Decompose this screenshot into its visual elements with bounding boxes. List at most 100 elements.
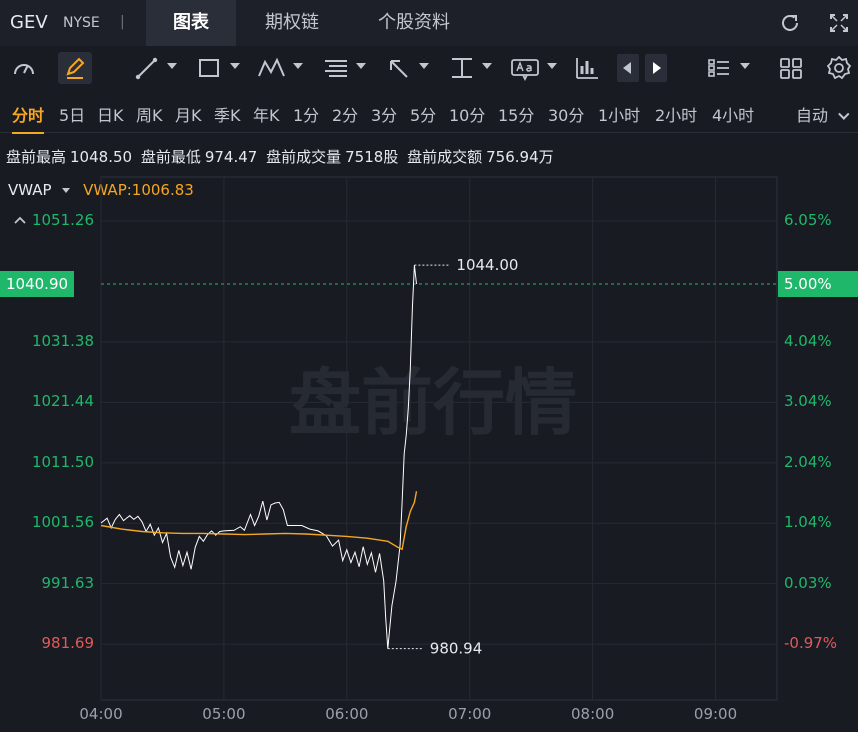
y-tick-label: 1051.26 xyxy=(31,211,94,230)
gear-icon[interactable] xyxy=(825,54,853,82)
gauge-icon[interactable] xyxy=(10,54,38,82)
exchange-label: NYSE xyxy=(63,15,100,31)
vwap-line xyxy=(100,491,418,551)
fib-tool-icon[interactable] xyxy=(322,54,350,82)
list-caret-icon[interactable] xyxy=(740,63,750,69)
rectangle-tool-icon[interactable] xyxy=(196,54,222,82)
y-right-tick-label: 3.04% xyxy=(784,392,832,411)
period-1h[interactable]: 1小时 xyxy=(598,102,640,126)
y-right-tick-label: 4.04% xyxy=(784,331,832,350)
period-1min[interactable]: 1分 xyxy=(293,102,319,126)
y-tick-label: 1021.44 xyxy=(31,392,94,411)
tab-chart[interactable]: 图表 xyxy=(146,0,236,46)
drawing-toolbar xyxy=(0,46,858,90)
period-2h[interactable]: 2小时 xyxy=(655,102,697,126)
x-tick-label: 04:00 xyxy=(79,705,123,723)
period-selector: 分时 5日 日K 周K 月K 季K 年K 1分 2分 3分 5分 10分 15分… xyxy=(0,92,858,134)
scroll-left-button[interactable] xyxy=(617,54,639,82)
premarket-volume-value: 7518股 xyxy=(345,148,399,166)
list-icon[interactable] xyxy=(706,54,732,82)
chart-annotations: 1044.00 980.94 xyxy=(387,256,518,658)
pencil-tool-button[interactable] xyxy=(58,52,92,84)
scale-mode-select[interactable]: 自动 xyxy=(796,102,850,126)
y-right-tick-label: 0.03% xyxy=(784,573,832,592)
period-10min[interactable]: 10分 xyxy=(449,102,485,126)
premarket-amount-value: 756.94万 xyxy=(486,148,554,166)
current-pct-badge: 5.00% xyxy=(778,271,858,298)
current-price-badge: 1040.90 xyxy=(0,271,75,298)
text-height-icon[interactable] xyxy=(449,54,475,82)
text-height-caret-icon[interactable] xyxy=(482,63,492,69)
scale-mode-label: 自动 xyxy=(796,106,829,125)
bar-chart-icon[interactable] xyxy=(574,54,600,82)
period-2min[interactable]: 2分 xyxy=(332,102,358,126)
chevron-right-icon xyxy=(653,62,661,74)
premarket-low-label: 盘前最低 xyxy=(140,148,201,166)
y-right-tick-label: 1.04% xyxy=(784,513,832,532)
x-tick-label: 06:00 xyxy=(325,705,369,723)
period-weekly[interactable]: 周K xyxy=(136,102,163,126)
y-right-tick-label: 2.04% xyxy=(784,452,832,471)
collapse-chevron-up-icon[interactable] xyxy=(12,214,28,226)
ticker-symbol[interactable]: GEV xyxy=(10,12,48,33)
top-bar: GEV NYSE | 图表 期权链 个股资料 xyxy=(0,0,858,46)
tab-option-chain[interactable]: 期权链 xyxy=(244,0,340,46)
vwap-value-label: VWAP:1006.83 xyxy=(83,181,194,199)
y-tick-label: 991.63 xyxy=(41,573,95,592)
scroll-right-button[interactable] xyxy=(645,54,667,82)
arrow-tool-icon[interactable] xyxy=(386,54,412,82)
period-4h[interactable]: 4小时 xyxy=(712,102,754,126)
period-5min[interactable]: 5分 xyxy=(410,102,436,126)
pattern-tool-caret-icon[interactable] xyxy=(293,63,303,69)
period-5d[interactable]: 5日 xyxy=(59,102,85,126)
grid-icon[interactable] xyxy=(778,54,804,82)
header-separator: | xyxy=(120,14,125,30)
y-tick-label: 1001.56 xyxy=(31,513,94,532)
plot-frame xyxy=(100,176,778,701)
line-tool-icon[interactable] xyxy=(134,54,160,82)
rectangle-tool-caret-icon[interactable] xyxy=(230,63,240,69)
fib-tool-caret-icon[interactable] xyxy=(356,63,366,69)
period-30min[interactable]: 30分 xyxy=(548,102,584,126)
chart-lines xyxy=(100,265,418,649)
y-right-tick-label: -0.97% xyxy=(784,634,838,653)
fullscreen-icon[interactable] xyxy=(826,10,852,36)
y-tick-label: 1011.50 xyxy=(31,452,94,471)
text-label-caret-icon[interactable] xyxy=(547,63,557,69)
period-15min[interactable]: 15分 xyxy=(498,102,534,126)
y-tick-label: 1031.38 xyxy=(31,331,94,350)
x-tick-label: 08:00 xyxy=(571,705,615,723)
premarket-stats: 盘前最高 1048.50 盘前最低 974.47 盘前成交量 7518股 盘前成交额 7… xyxy=(6,146,558,167)
premarket-low-value: 974.47 xyxy=(204,148,258,166)
period-quarterly[interactable]: 季K xyxy=(214,102,241,126)
x-tick-label: 09:00 xyxy=(693,705,738,723)
pencil-icon xyxy=(66,57,85,79)
tab-profile[interactable]: 个股资料 xyxy=(352,0,476,46)
premarket-high-value: 1048.50 xyxy=(70,148,133,166)
text-label-icon[interactable] xyxy=(510,54,540,82)
period-monthly[interactable]: 月K xyxy=(175,102,202,126)
pattern-tool-icon[interactable] xyxy=(257,54,287,82)
x-tick-label: 07:00 xyxy=(448,705,492,723)
chevron-down-icon xyxy=(838,108,850,120)
premarket-high-label: 盘前最高 xyxy=(6,148,67,166)
chart-grid xyxy=(100,176,778,701)
period-intraday[interactable]: 分时 xyxy=(12,102,45,134)
chevron-left-icon xyxy=(623,62,631,74)
period-yearly[interactable]: 年K xyxy=(253,102,280,126)
arrow-tool-caret-icon[interactable] xyxy=(419,63,429,69)
low-annotation-label: 980.94 xyxy=(430,640,483,658)
y-right-tick-label: 6.05% xyxy=(784,211,832,230)
watermark-text: 盘前行情 xyxy=(289,361,577,445)
period-3min[interactable]: 3分 xyxy=(371,102,397,126)
indicator-caret-icon xyxy=(62,188,71,193)
line-tool-caret-icon[interactable] xyxy=(167,63,177,69)
period-daily[interactable]: 日K xyxy=(97,102,124,126)
premarket-volume-label: 盘前成交量 xyxy=(266,148,342,166)
indicator-name: VWAP xyxy=(8,181,52,199)
refresh-icon[interactable] xyxy=(777,10,803,36)
price-line xyxy=(100,265,417,649)
high-annotation-label: 1044.00 xyxy=(456,256,518,274)
premarket-amount-label: 盘前成交额 xyxy=(407,148,483,166)
indicator-select[interactable]: VWAP xyxy=(8,181,83,199)
